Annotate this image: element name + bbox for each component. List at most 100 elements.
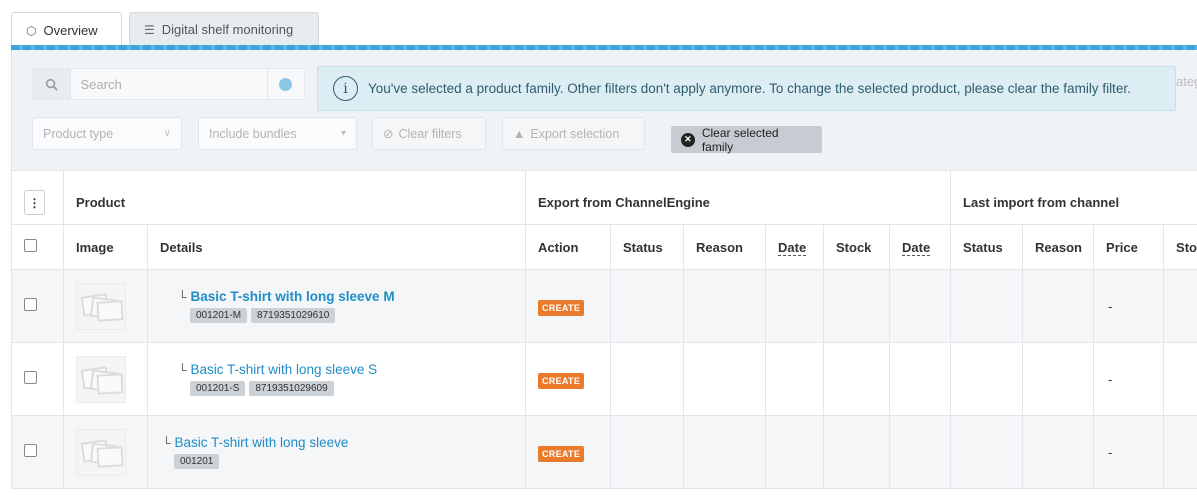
column-header-row: Image Details Action Status Reason Date … [11, 224, 1197, 270]
col-import-stock[interactable]: Sto [1163, 224, 1197, 270]
tree-elbow-icon: └ [162, 436, 171, 450]
product-image [76, 428, 126, 476]
import-stock-cell [1163, 342, 1197, 416]
ean-tag: 8719351029609 [249, 381, 334, 396]
search-option-icon[interactable] [266, 69, 305, 99]
export-icon: ▲ [513, 126, 526, 141]
product-type-select[interactable]: Product type ∨ [32, 117, 182, 150]
col-date-2-label: Date [902, 239, 931, 256]
tree-elbow-icon: └ [178, 290, 187, 304]
action-cell: CREATE [525, 415, 611, 489]
filter-panel: i You've selected a product family. Othe… [11, 50, 1197, 170]
col-reason[interactable]: Reason [683, 224, 766, 270]
chevron-down-icon: ▾ [340, 128, 346, 139]
details-cell: └ Basic T-shirt with long sleeve S 001201… [147, 342, 526, 416]
product-name-link[interactable]: Basic T-shirt with long sleeve [175, 435, 349, 450]
row-select-cell [11, 269, 64, 343]
clear-selected-family-button[interactable]: ✕ Clear selected family [671, 125, 822, 154]
info-icon: i [333, 76, 358, 101]
select-all-checkbox[interactable] [24, 239, 37, 252]
tab-bar: ⬡ Overview ☰ Digital shelf monitoring [0, 0, 1197, 48]
row-select-cell [11, 415, 64, 489]
sku-tag: 001201-S [190, 381, 246, 396]
tab-overview-label: Overview [43, 23, 98, 38]
tab-dsm-label: Digital shelf monitoring [161, 22, 294, 37]
row-checkbox[interactable] [24, 298, 37, 311]
row-checkbox[interactable] [24, 444, 37, 457]
action-badge: CREATE [538, 299, 585, 316]
alert-text: You've selected a product family. Other … [368, 81, 1131, 96]
clear-circle-icon: ⊘ [383, 127, 394, 141]
table-row[interactable]: └ Basic T-shirt with long sleeve S 001201… [11, 342, 1197, 416]
sku-tag: 001201-M [190, 308, 248, 323]
image-cell [63, 415, 148, 489]
export-selection-button[interactable]: ▲ Export selection [502, 117, 645, 150]
date-2-cell [888, 415, 952, 489]
import-reason-cell [1022, 415, 1095, 489]
category-filter-partial[interactable]: ateg [1176, 74, 1197, 89]
col-price[interactable]: Price [1093, 224, 1165, 270]
list-icon: ☰ [144, 22, 155, 37]
date-cell [765, 342, 824, 416]
clear-filters-label: Clear filters [398, 126, 462, 141]
search-icon[interactable] [33, 69, 71, 99]
col-action[interactable]: Action [525, 224, 611, 270]
import-status-cell [950, 269, 1024, 343]
close-icon: ✕ [681, 132, 695, 147]
status-cell [610, 342, 684, 416]
product-image [76, 355, 126, 403]
group-header-row: ⋮ Product Export from ChannelEngine Last… [11, 170, 1197, 225]
price-cell: - [1093, 342, 1165, 416]
date-2-cell [888, 342, 952, 416]
clear-filters-button[interactable]: ⊘ Clear filters [372, 117, 486, 150]
reason-cell [683, 342, 766, 416]
tree-elbow-icon: └ [178, 363, 187, 377]
col-stock[interactable]: Stock [823, 224, 890, 270]
product-image [76, 282, 126, 330]
col-date-2[interactable]: Date [888, 224, 952, 270]
clear-family-label: Clear selected family [701, 125, 779, 154]
tab-overview[interactable]: ⬡ Overview [11, 12, 122, 48]
col-status[interactable]: Status [610, 224, 684, 270]
action-badge: CREATE [538, 372, 585, 389]
date-cell [765, 269, 824, 343]
chevron-down-icon: ∨ [163, 128, 171, 139]
import-stock-cell [1163, 269, 1197, 343]
col-import-reason[interactable]: Reason [1022, 224, 1095, 270]
status-cell [610, 415, 684, 489]
tab-digital-shelf-monitoring[interactable]: ☰ Digital shelf monitoring [129, 12, 319, 46]
product-name-link[interactable]: Basic T-shirt with long sleeve M [191, 289, 395, 304]
import-stock-cell [1163, 415, 1197, 489]
table-row[interactable]: └ Basic T-shirt with long sleeve 001201 C… [11, 415, 1197, 489]
reason-cell [683, 415, 766, 489]
table-row[interactable]: └ Basic T-shirt with long sleeve M 001201… [11, 269, 1197, 343]
search-input[interactable] [70, 69, 267, 99]
price-value: - [1108, 371, 1113, 387]
row-select-cell [11, 342, 64, 416]
include-bundles-select[interactable]: Include bundles ▾ [198, 117, 357, 150]
export-selection-label: Export selection [530, 126, 620, 141]
import-status-cell [950, 342, 1024, 416]
details-cell: └ Basic T-shirt with long sleeve 001201 [147, 415, 526, 489]
products-table: ⋮ Product Export from ChannelEngine Last… [11, 170, 1197, 489]
product-name-link[interactable]: Basic T-shirt with long sleeve S [191, 362, 378, 377]
import-status-cell [950, 415, 1024, 489]
status-cell [610, 269, 684, 343]
column-menu-button[interactable]: ⋮ [24, 190, 45, 215]
include-bundles-label: Include bundles [209, 126, 297, 141]
stock-cell [823, 342, 890, 416]
price-value: - [1108, 444, 1113, 460]
row-checkbox[interactable] [24, 371, 37, 384]
price-value: - [1108, 298, 1113, 314]
group-header-export: Export from ChannelEngine [524, 170, 952, 225]
stock-cell [823, 269, 890, 343]
family-alert: i You've selected a product family. Othe… [317, 66, 1176, 111]
col-date[interactable]: Date [765, 224, 824, 270]
col-image: Image [63, 224, 148, 270]
product-type-label: Product type [43, 126, 114, 141]
details-cell: └ Basic T-shirt with long sleeve M 001201… [147, 269, 526, 343]
group-header-product: Product [63, 170, 526, 225]
date-cell [765, 415, 824, 489]
select-all-cell [11, 224, 64, 270]
col-import-status[interactable]: Status [950, 224, 1024, 270]
